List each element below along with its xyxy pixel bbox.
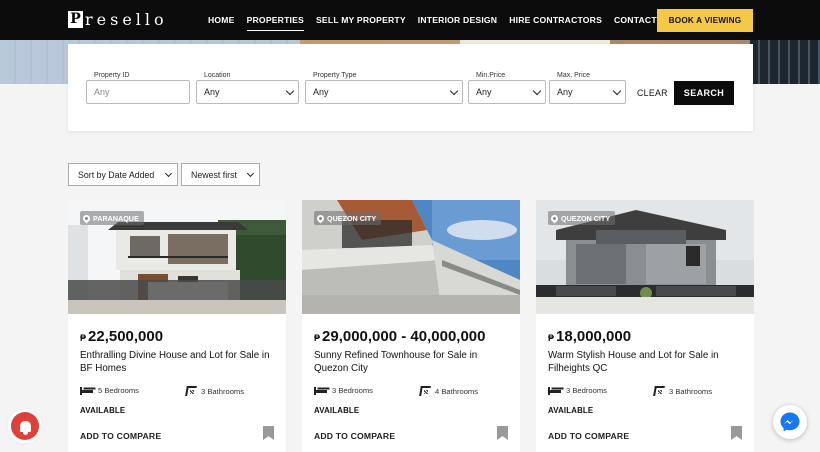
location-value: Any	[204, 87, 220, 97]
messenger-chat-button[interactable]	[773, 405, 807, 439]
logo-text: resello	[85, 9, 168, 29]
nav-sell-my-property[interactable]: SELL MY PROPERTY	[316, 0, 406, 40]
bedrooms-text: 3 Bedrooms	[566, 386, 607, 395]
location-select[interactable]: Location Any	[196, 72, 299, 104]
min-price-select[interactable]: Min.Price Any	[468, 72, 546, 104]
availability-status: AVAILABLE	[80, 406, 126, 415]
property-photo[interactable]: QUEZON CITY	[302, 200, 520, 314]
shower-icon	[185, 386, 196, 396]
logo-initial: P	[68, 10, 83, 28]
currency-symbol: ₱	[548, 333, 555, 343]
property-card[interactable]: QUEZON CITY ₱ 18,000,000 Warm Stylish Ho…	[536, 200, 754, 452]
location-tag: QUEZON CITY	[548, 211, 616, 225]
chevron-down-icon	[612, 86, 622, 96]
location-tag-text: QUEZON CITY	[561, 213, 611, 223]
listing-title[interactable]: Warm Stylish House and Lot for Sale in F…	[548, 349, 748, 375]
bed-icon	[80, 386, 93, 395]
chevron-down-icon	[164, 169, 173, 178]
bedrooms-stat: 3 Bedrooms	[548, 386, 607, 395]
bookmark-icon[interactable]	[263, 426, 274, 440]
location-tag-text: QUEZON CITY	[327, 213, 377, 223]
bell-icon	[19, 420, 31, 435]
location-tag: PARANAQUE	[80, 211, 144, 225]
nav-interior-design[interactable]: INTERIOR DESIGN	[418, 0, 497, 40]
property-id-label: Property ID	[92, 72, 132, 79]
max-price-value: Any	[557, 87, 573, 97]
min-price-value: Any	[476, 87, 492, 97]
listing-title[interactable]: Enthralling Divine House and Lot for Sal…	[80, 349, 280, 375]
map-pin-icon	[549, 213, 560, 223]
listing-price: ₱ 29,000,000 - 40,000,000	[314, 328, 486, 345]
bed-icon	[548, 386, 561, 395]
availability-status: AVAILABLE	[548, 406, 594, 415]
bedrooms-stat: 5 Bedrooms	[80, 386, 139, 395]
bathrooms-stat: 3 Bathrooms	[185, 386, 244, 396]
add-to-compare-button[interactable]: ADD TO COMPARE	[80, 431, 161, 441]
bookmark-icon[interactable]	[497, 426, 508, 440]
property-photo[interactable]: PARANAQUE	[68, 200, 286, 314]
main-nav: HOME PROPERTIES SELL MY PROPERTY INTERIO…	[208, 0, 684, 40]
price-value: 18,000,000	[556, 328, 632, 345]
property-type-value: Any	[313, 87, 329, 97]
chevron-down-icon	[246, 169, 255, 178]
nav-home[interactable]: HOME	[208, 0, 235, 40]
property-card[interactable]: QUEZON CITY ₱ 29,000,000 - 40,000,000 Su…	[302, 200, 520, 452]
book-viewing-button[interactable]: BOOK A VIEWING	[657, 9, 753, 32]
bathrooms-text: 3 Bathrooms	[201, 386, 245, 396]
bedrooms-text: 5 Bedrooms	[98, 386, 139, 395]
bedrooms-stat: 3 Bedrooms	[314, 386, 373, 395]
add-to-compare-button[interactable]: ADD TO COMPARE	[548, 431, 629, 441]
bedrooms-text: 3 Bedrooms	[332, 386, 373, 395]
add-to-compare-button[interactable]: ADD TO COMPARE	[314, 431, 395, 441]
bathrooms-text: 4 Bathrooms	[435, 386, 479, 396]
sort-by-value: Sort by Date Added	[78, 169, 155, 180]
bathrooms-stat: 3 Bathrooms	[653, 386, 712, 396]
map-pin-icon	[81, 213, 92, 223]
map-pin-icon	[315, 213, 326, 223]
property-type-label: Property Type	[311, 72, 359, 79]
chevron-down-icon	[285, 86, 295, 96]
sort-order-value: Newest first	[191, 169, 237, 180]
shower-icon	[653, 386, 664, 396]
max-price-select[interactable]: Max. Price Any	[549, 72, 626, 104]
property-id-input[interactable]: Property ID Any	[86, 72, 190, 104]
shower-icon	[419, 386, 430, 396]
bed-icon	[314, 386, 327, 395]
location-label: Location	[202, 72, 233, 79]
currency-symbol: ₱	[314, 333, 321, 343]
listing-price: ₱ 22,500,000	[80, 328, 163, 345]
chevron-down-icon	[532, 86, 542, 96]
sort-by-select[interactable]: Sort by Date Added	[68, 163, 178, 186]
property-type-select[interactable]: Property Type Any	[305, 72, 463, 104]
bathrooms-text: 3 Bathrooms	[669, 386, 713, 396]
max-price-label: Max. Price	[555, 72, 593, 79]
nav-hire-contractors[interactable]: HIRE CONTRACTORS	[509, 0, 602, 40]
bookmark-icon[interactable]	[731, 426, 742, 440]
clear-button[interactable]: CLEAR	[637, 88, 668, 98]
search-button[interactable]: SEARCH	[674, 81, 734, 105]
min-price-label: Min.Price	[474, 72, 508, 79]
bathrooms-stat: 4 Bathrooms	[419, 386, 478, 396]
property-id-placeholder: Any	[94, 87, 110, 97]
notification-bell-button[interactable]	[11, 412, 39, 440]
property-card[interactable]: PARANAQUE ₱ 22,500,000 Enthralling Divin…	[68, 200, 286, 452]
price-value: 22,500,000	[88, 328, 164, 345]
price-value: 29,000,000 - 40,000,000	[322, 328, 486, 345]
location-tag: QUEZON CITY	[314, 211, 382, 225]
property-photo[interactable]: QUEZON CITY	[536, 200, 754, 314]
listing-title[interactable]: Sunny Refined Townhouse for Sale in Quez…	[314, 349, 514, 375]
chevron-down-icon	[449, 86, 459, 96]
messenger-icon	[780, 412, 800, 432]
location-tag-text: PARANAQUE	[93, 213, 139, 223]
top-navbar: P resello HOME PROPERTIES SELL MY PROPER…	[0, 0, 820, 40]
listing-price: ₱ 18,000,000	[548, 328, 631, 345]
sort-order-select[interactable]: Newest first	[181, 163, 260, 186]
nav-properties[interactable]: PROPERTIES	[246, 0, 305, 40]
currency-symbol: ₱	[80, 333, 87, 343]
site-logo[interactable]: P resello	[68, 9, 168, 29]
availability-status: AVAILABLE	[314, 406, 360, 415]
